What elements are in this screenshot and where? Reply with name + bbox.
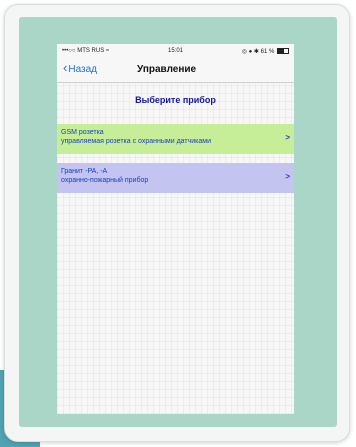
device-item-gsm-socket[interactable]: GSM розетка управляемая розетка с охранн… (57, 124, 294, 154)
navigation-bar: ‹Назад Управление (57, 58, 294, 83)
phone-screen: •••○○ MTS RUS ≈ 15:01 ◎ ● ✱ 61 % ‹Назад … (57, 44, 294, 414)
device-title: Гранит -РА, -А (61, 168, 108, 175)
battery-percent: 61 % (260, 49, 275, 55)
device-item-granit[interactable]: Гранит -РА, -А охранно-пожарный прибор > (57, 163, 294, 193)
status-indicators-icon: ◎ ● ✱ (241, 49, 259, 55)
page-title: Управление (137, 64, 197, 75)
battery-icon (277, 48, 289, 55)
section-heading: Выберите прибор (135, 95, 216, 105)
device-title: GSM розетка (61, 129, 104, 136)
status-bar: •••○○ MTS RUS ≈ 15:01 ◎ ● ✱ 61 % (57, 44, 294, 58)
chevron-right-icon: > (285, 133, 290, 142)
chevron-left-icon: ‹ (63, 60, 68, 75)
device-subtitle: охранно-пожарный прибор (61, 177, 149, 184)
back-button[interactable]: ‹Назад (63, 60, 97, 75)
back-label: Назад (68, 64, 97, 75)
device-subtitle: управляемая розетка с охранными датчикам… (61, 138, 211, 145)
chevron-right-icon: > (285, 172, 290, 181)
